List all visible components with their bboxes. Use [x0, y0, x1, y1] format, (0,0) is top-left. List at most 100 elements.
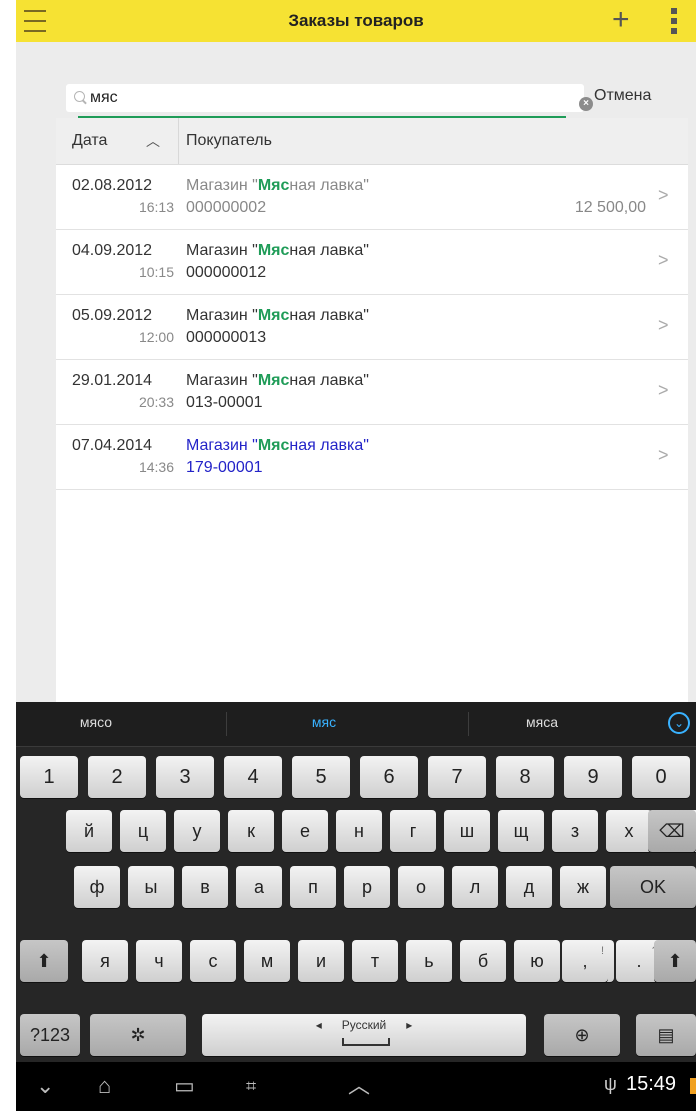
row-date: 07.04.2014 — [72, 437, 153, 454]
chevron-right-icon: > — [658, 445, 669, 465]
key-letter[interactable]: ш — [444, 810, 490, 852]
key-7[interactable]: 7 — [428, 756, 486, 798]
space-icon — [342, 1038, 390, 1046]
key-9[interactable]: 9 — [564, 756, 622, 798]
key-letter[interactable]: г — [390, 810, 436, 852]
key-letter[interactable]: к — [228, 810, 274, 852]
row-time: 16:13 — [138, 199, 174, 215]
key-letter[interactable]: ь — [406, 940, 452, 982]
key-letter[interactable]: е — [282, 810, 328, 852]
nav-recents-icon[interactable]: ▭ — [174, 1072, 195, 1100]
suggestion-item-current[interactable]: мяс — [264, 714, 384, 730]
key-4[interactable]: 4 — [224, 756, 282, 798]
key-letter[interactable]: и — [298, 940, 344, 982]
backspace-icon[interactable]: ⌫ — [648, 810, 696, 852]
space-key[interactable]: ◂ Русский ▸ — [202, 1014, 526, 1056]
search-query[interactable]: мяс — [90, 89, 118, 107]
screenshot-icon[interactable]: ⌗ — [246, 1072, 256, 1100]
key-letter[interactable]: м — [244, 940, 290, 982]
key-letter[interactable]: у — [174, 810, 220, 852]
key-letter[interactable]: ы — [128, 866, 174, 908]
row-time: 14:36 — [138, 459, 174, 475]
row-buyer: Магазин "Мясная лавка" — [186, 437, 369, 454]
search-input[interactable]: мяс × — [66, 84, 593, 118]
settings-icon[interactable]: ✲ — [90, 1014, 186, 1056]
key-3[interactable]: 3 — [156, 756, 214, 798]
cancel-button[interactable]: Отмена — [594, 87, 651, 105]
key-letter[interactable]: в — [182, 866, 228, 908]
row-date: 04.09.2012 — [72, 242, 153, 259]
column-buyer[interactable]: Покупатель — [186, 132, 272, 150]
key-letter[interactable]: ч — [136, 940, 182, 982]
clipboard-icon[interactable]: ▤ — [636, 1014, 696, 1056]
key-letter[interactable]: т — [352, 940, 398, 982]
key-0[interactable]: 0 — [632, 756, 690, 798]
symbols-key[interactable]: ?123 — [20, 1014, 80, 1056]
usb-icon: ψ — [604, 1074, 617, 1094]
key-letter[interactable]: р — [344, 866, 390, 908]
key-5[interactable]: 5 — [292, 756, 350, 798]
key-letter[interactable]: ж — [560, 866, 606, 908]
space-label: ◂ Русский ▸ — [315, 1018, 413, 1032]
chevron-right-icon: > — [658, 380, 669, 400]
row-buyer: Магазин "Мясная лавка" — [186, 242, 369, 259]
table-row[interactable]: 29.01.2014 20:33 Магазин "Мясная лавка" … — [56, 360, 688, 425]
overflow-icon[interactable] — [671, 8, 677, 34]
key-letter[interactable]: п — [290, 866, 336, 908]
table-row[interactable]: 02.08.2012 16:13 Магазин "Мясная лавка" … — [56, 165, 688, 230]
key-6[interactable]: 6 — [360, 756, 418, 798]
key-2[interactable]: 2 — [88, 756, 146, 798]
row-date: 02.08.2012 — [72, 177, 153, 194]
key-8[interactable]: 8 — [496, 756, 554, 798]
plus-icon[interactable]: + — [612, 2, 630, 38]
clock: 15:49 — [626, 1073, 677, 1095]
table-row-selected[interactable]: 07.04.2014 14:36 Магазин "Мясная лавка" … — [56, 425, 688, 490]
battery-icon — [690, 1078, 696, 1094]
system-nav-bar: ⌄ ⌂ ▭ ⌗ ︿ ψ 15:49 — [16, 1062, 696, 1111]
chevron-right-icon: > — [658, 315, 669, 335]
shift-icon[interactable]: ⬆ — [20, 940, 68, 982]
key-letter[interactable]: ц — [120, 810, 166, 852]
key-letter[interactable]: с — [190, 940, 236, 982]
key-letter[interactable]: х — [606, 810, 652, 852]
nav-home-icon[interactable]: ⌂ — [98, 1072, 111, 1100]
suggestion-strip: мясо мяс мяса ⌄ — [16, 702, 696, 747]
key-letter[interactable]: н — [336, 810, 382, 852]
ok-key[interactable]: OK — [610, 866, 696, 908]
suggestion-item[interactable]: мяса — [482, 714, 602, 730]
key-comma[interactable]: ,! — [562, 940, 608, 982]
row-buyer: Магазин "Мясная лавка" — [186, 177, 369, 194]
row-date: 29.01.2014 — [72, 372, 153, 389]
key-letter[interactable]: д — [506, 866, 552, 908]
action-bar: Заказы товаров + — [16, 0, 696, 42]
key-letter[interactable]: з — [552, 810, 598, 852]
nav-up-icon[interactable]: ︿ — [348, 1072, 370, 1100]
key-letter[interactable]: о — [398, 866, 444, 908]
row-time: 20:33 — [138, 394, 174, 410]
key-letter[interactable]: ю — [514, 940, 560, 982]
row-buyer: Магазин "Мясная лавка" — [186, 307, 369, 324]
key-1[interactable]: 1 — [20, 756, 78, 798]
table-row[interactable]: 04.09.2012 10:15 Магазин "Мясная лавка" … — [56, 230, 688, 295]
row-number: 013-00001 — [186, 394, 263, 411]
row-sum: 12 500,00 — [574, 199, 646, 216]
chevron-down-icon[interactable]: ⌄ — [668, 712, 690, 734]
sort-asc-icon[interactable]: ︿ — [146, 131, 160, 151]
table-row[interactable]: 05.09.2012 12:00 Магазин "Мясная лавка" … — [56, 295, 688, 360]
globe-icon[interactable]: ⊕ — [544, 1014, 620, 1056]
key-letter[interactable]: ф — [74, 866, 120, 908]
suggestion-item[interactable]: мясо — [36, 714, 156, 730]
key-letter[interactable]: л — [452, 866, 498, 908]
key-letter[interactable]: б — [460, 940, 506, 982]
nav-back-icon[interactable]: ⌄ — [36, 1072, 54, 1100]
clear-icon[interactable]: × — [579, 97, 593, 111]
row-time: 12:00 — [138, 329, 174, 345]
row-number: 000000013 — [186, 329, 267, 346]
shift-icon-right[interactable]: ⬆ — [654, 940, 696, 982]
key-letter[interactable]: щ — [498, 810, 544, 852]
key-letter[interactable]: а — [236, 866, 282, 908]
key-exclaim-hint: ! — [600, 945, 604, 957]
key-letter[interactable]: я — [82, 940, 128, 982]
key-letter[interactable]: й — [66, 810, 112, 852]
column-date[interactable]: Дата — [72, 132, 107, 150]
